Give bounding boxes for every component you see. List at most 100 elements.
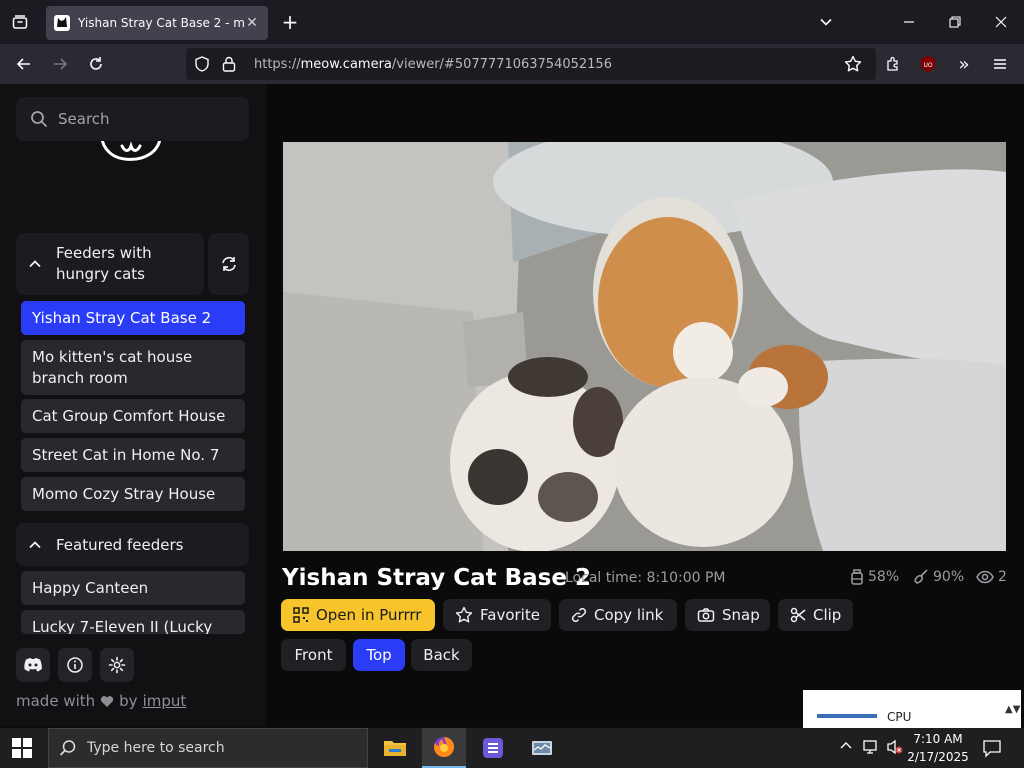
view-label: Front [294, 646, 333, 664]
broom-icon [913, 569, 929, 585]
local-time: Local time: 8:10:00 PM [565, 570, 726, 586]
shield-icon[interactable] [194, 56, 214, 72]
extensions-icon[interactable] [879, 50, 907, 78]
info-button[interactable] [58, 648, 92, 682]
lock-icon[interactable] [222, 56, 242, 72]
search-placeholder: Search [58, 110, 110, 128]
info-icon [66, 656, 84, 674]
discord-button[interactable] [16, 648, 50, 682]
view-label: Top [366, 646, 392, 664]
view-label: Back [423, 646, 460, 664]
view-back-button[interactable]: Back [411, 639, 472, 671]
group-feeders-hungry[interactable]: Feeders with hungry cats [16, 233, 204, 295]
item-label: Street Cat in Home No. 7 [32, 445, 220, 464]
cleanliness-value: 90% [933, 569, 965, 585]
chevron-up-icon [28, 257, 42, 271]
footer-imput-link[interactable]: imput [143, 692, 187, 710]
ublock-icon[interactable]: UO [914, 50, 942, 78]
qr-code-icon [293, 607, 309, 623]
scissors-icon [790, 607, 806, 623]
sidebar-item-lucky[interactable]: Lucky 7-Eleven II (Lucky [21, 610, 245, 634]
star-icon[interactable] [839, 50, 867, 78]
group-title: Feeders with hungry cats [56, 244, 152, 283]
restore-icon[interactable] [941, 8, 969, 36]
reload-icon[interactable] [82, 50, 110, 78]
search-icon [59, 739, 77, 757]
sidebar-search[interactable]: Search [16, 97, 249, 141]
favorite-button[interactable]: Favorite [443, 599, 551, 631]
notifications-icon[interactable] [982, 738, 1002, 762]
url-bar[interactable]: https://meow.camera/viewer/#507777106375… [186, 48, 876, 80]
item-label: Lucky 7-Eleven II (Lucky [32, 618, 213, 634]
taskbar-search-placeholder: Type here to search [87, 740, 225, 756]
clock-time: 7:10 AM [913, 732, 963, 746]
camera-title: Yishan Stray Cat Base 2 [282, 565, 591, 591]
sidebar-footer: made with by imput [16, 692, 186, 710]
close-window-icon[interactable] [987, 8, 1015, 36]
active-tab[interactable]: Yishan Stray Cat Base 2 - meow.c ✕ [46, 6, 268, 40]
footer-made-with: made with [16, 692, 96, 710]
group-featured-feeders[interactable]: Featured feeders [16, 523, 249, 566]
menu-icon[interactable] [986, 50, 1014, 78]
heart-icon [100, 695, 114, 708]
snap-button[interactable]: Snap [685, 599, 770, 631]
copy-link-button[interactable]: Copy link [559, 599, 677, 631]
item-label: Happy Canteen [32, 578, 149, 597]
close-tab-icon[interactable]: ✕ [244, 15, 260, 31]
settings-button[interactable] [100, 648, 134, 682]
sidebar-item-cat-group[interactable]: Cat Group Comfort House [21, 399, 245, 433]
open-in-purrrr-button[interactable]: Open in Purrrr [281, 599, 435, 631]
sidebar-item-happy-canteen[interactable]: Happy Canteen [21, 571, 245, 605]
clip-button[interactable]: Clip [778, 599, 853, 631]
camera-feed-video[interactable] [283, 142, 1006, 551]
sidebar-item-street-cat[interactable]: Street Cat in Home No. 7 [21, 438, 245, 472]
back-icon[interactable] [10, 50, 38, 78]
url-domain: meow.camera [300, 56, 392, 72]
snap-label: Snap [722, 606, 760, 624]
tray-chevron-up-icon[interactable] [840, 740, 852, 755]
cpu-widget-popup[interactable]: CPU ▲▼ [803, 690, 1021, 728]
star-icon [455, 606, 473, 624]
sidebar-item-yishan[interactable]: Yishan Stray Cat Base 2 [21, 301, 245, 335]
network-icon[interactable] [862, 739, 880, 759]
viewers-stat: 2 [976, 569, 1007, 585]
camera-icon [697, 607, 715, 623]
popup-scroll-icon[interactable]: ▲▼ [1005, 704, 1020, 715]
footer-by: by [119, 692, 138, 710]
chevron-down-icon[interactable] [812, 8, 840, 36]
eye-icon [976, 570, 994, 584]
firefox-icon[interactable] [422, 728, 466, 768]
open-label: Open in Purrrr [316, 606, 422, 624]
cpu-label: CPU [887, 710, 912, 724]
search-icon [30, 110, 48, 128]
system-monitor-icon[interactable] [520, 728, 564, 768]
gear-icon [108, 656, 126, 674]
cpu-graph-bar [817, 714, 877, 718]
tab-list-icon[interactable] [6, 8, 34, 36]
volume-muted-icon[interactable] [886, 739, 904, 759]
app-launcher-icon[interactable] [471, 728, 515, 768]
group-title: Featured feeders [56, 535, 184, 554]
new-tab-icon[interactable]: + [276, 8, 304, 36]
view-front-button[interactable]: Front [281, 639, 346, 671]
browser-tab-bar: Yishan Stray Cat Base 2 - meow.c ✕ + [0, 0, 1024, 44]
url-path: /viewer/#5077771063754052156 [391, 56, 612, 72]
windows-start-icon[interactable] [12, 738, 32, 762]
view-top-button[interactable]: Top [353, 639, 405, 671]
forward-icon[interactable] [46, 50, 74, 78]
refresh-button[interactable] [208, 233, 249, 295]
taskbar-clock[interactable]: 7:10 AM 2/17/2025 [905, 730, 971, 766]
minimize-icon[interactable] [895, 8, 923, 36]
cat-favicon-icon [54, 15, 70, 31]
more-tools-icon[interactable]: » [950, 50, 978, 78]
item-label: Mo kitten's cat house branch room [32, 347, 193, 387]
file-explorer-icon[interactable] [373, 728, 417, 768]
refresh-icon [220, 255, 238, 273]
taskbar-search[interactable]: Type here to search [48, 728, 368, 768]
sidebar-item-momo[interactable]: Momo Cozy Stray House [21, 477, 245, 511]
chevron-up-icon [28, 538, 42, 552]
sidebar-item-mo-kitten[interactable]: Mo kitten's cat house branch room [21, 340, 245, 395]
viewers-value: 2 [998, 569, 1007, 585]
clip-label: Clip [813, 606, 842, 624]
item-label: Yishan Stray Cat Base 2 [32, 308, 212, 327]
